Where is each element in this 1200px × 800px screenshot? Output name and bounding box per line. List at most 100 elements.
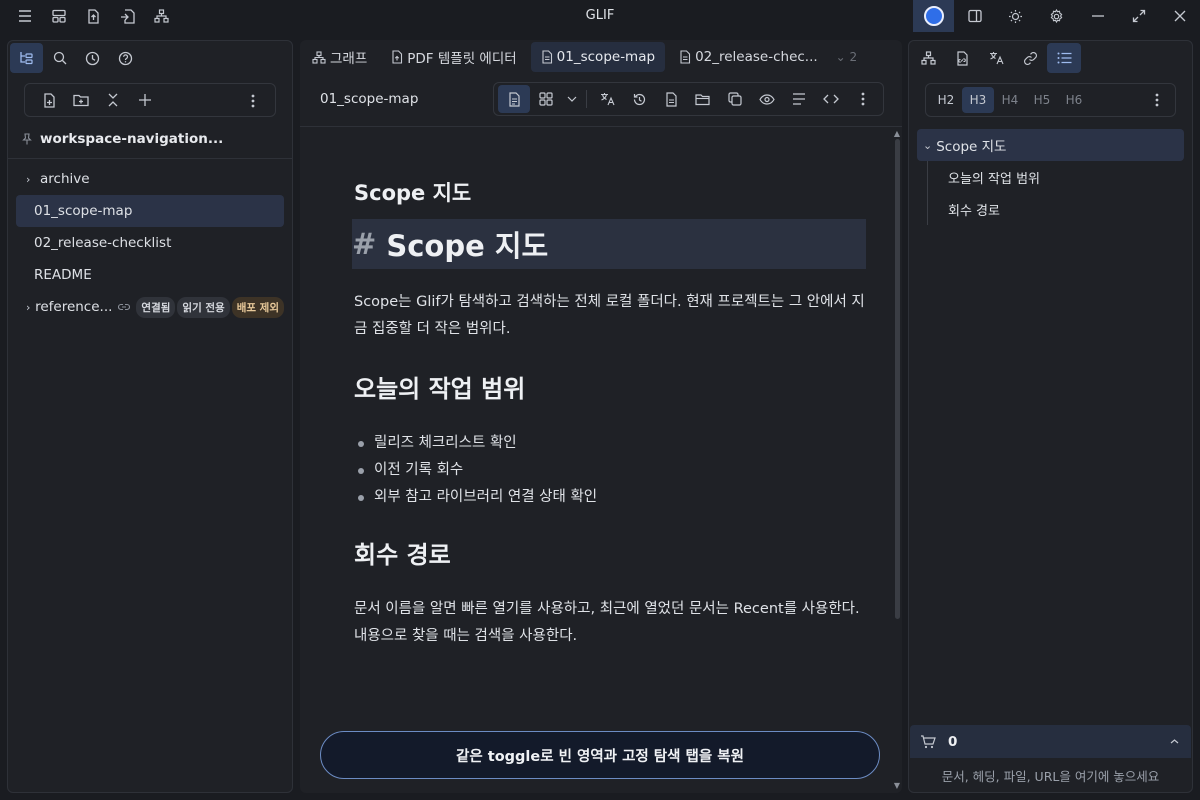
tab-overflow-button[interactable]: ⌄ 2 <box>836 50 858 64</box>
document-view-icon[interactable] <box>498 85 530 113</box>
rendered-title: Scope 지도 <box>354 181 472 205</box>
more-icon[interactable] <box>237 87 269 115</box>
scroll-up-arrow[interactable]: ▲ <box>894 129 900 138</box>
scrollbar-thumb[interactable] <box>895 139 900 619</box>
titlebar-left-tools <box>0 0 178 32</box>
drop-zone-hint[interactable]: 문서, 헤딩, 파일, URL을 여기에 놓으세요 <box>910 758 1191 792</box>
heading-marker: # <box>352 227 377 261</box>
heading-level-h3[interactable]: H3 <box>962 87 994 113</box>
translate-icon[interactable] <box>591 85 623 113</box>
workspace-title[interactable]: workspace-navigation... <box>8 119 292 159</box>
sidebar-toggle-icon[interactable] <box>954 0 995 32</box>
sitemap-icon[interactable] <box>144 0 178 32</box>
exit-file-icon[interactable] <box>110 0 144 32</box>
status-badge-linked: 연결됨 <box>136 296 176 318</box>
tab-pdf-template-editor[interactable]: PDF 템플릿 에디터 <box>381 42 526 72</box>
outline-item[interactable]: 회수 경로 <box>928 193 1184 225</box>
tab-01-scope-map[interactable]: 01_scope-map <box>530 42 666 72</box>
file-icon <box>541 50 553 64</box>
history-icon[interactable] <box>76 43 109 73</box>
theme-icon[interactable] <box>995 0 1036 32</box>
left-sidebar: workspace-navigation... › archive 01_sco… <box>7 40 293 793</box>
collection-cart-header[interactable]: 0 <box>910 725 1191 758</box>
align-text-icon[interactable] <box>783 85 815 113</box>
more-icon[interactable] <box>847 85 879 113</box>
new-file-icon[interactable] <box>33 86 65 114</box>
heading-level-h4[interactable]: H4 <box>994 87 1026 113</box>
pdf-icon <box>391 50 403 64</box>
linked-file-icon[interactable] <box>945 43 979 73</box>
add-icon[interactable] <box>129 86 161 114</box>
tab-graph[interactable]: 그래프 <box>302 42 377 72</box>
document-header: 01_scope-map <box>300 82 886 116</box>
copy-icon[interactable] <box>719 85 751 113</box>
new-folder-icon[interactable] <box>65 86 97 114</box>
help-icon[interactable] <box>109 43 142 73</box>
tree-item-label: README <box>34 267 92 283</box>
settings-icon[interactable] <box>1036 0 1077 32</box>
list-item: 외부 참고 라이브러리 연결 상태 확인 <box>358 484 866 511</box>
outline-item-root[interactable]: ⌄ Scope 지도 <box>917 129 1184 161</box>
source-heading-line[interactable]: # Scope 지도 <box>352 219 866 269</box>
chevron-right-icon: › <box>26 300 31 314</box>
maximize-icon[interactable] <box>1118 0 1159 32</box>
tree-folder-archive[interactable]: › archive <box>16 163 284 195</box>
tree-item-01-scope-map[interactable]: 01_scope-map <box>16 195 284 227</box>
file-icon <box>679 50 691 64</box>
search-icon[interactable] <box>43 43 76 73</box>
heading-level-h2[interactable]: H2 <box>930 87 962 113</box>
record-icon[interactable] <box>913 0 954 32</box>
file-tree: › archive 01_scope-map 02_release-checkl… <box>8 159 292 327</box>
sitemap-icon[interactable] <box>911 43 945 73</box>
outline-item[interactable]: 오늘의 작업 범위 <box>928 161 1184 193</box>
link-icon[interactable] <box>1013 43 1047 73</box>
restore-toggle-button[interactable]: 같은 toggle로 빈 영역과 고정 탐색 탭을 복원 <box>320 731 880 779</box>
heading-level-h6[interactable]: H6 <box>1058 87 1090 113</box>
document-info-icon[interactable] <box>655 85 687 113</box>
menu-icon[interactable] <box>8 0 42 32</box>
heading-level-filter: H2 H3 H4 H5 H6 <box>925 83 1176 117</box>
tree-item-label: reference... <box>35 299 113 315</box>
app-window: GLIF workspace-navigation... › archive 0… <box>0 0 1200 800</box>
document-content: Scope 지도 # Scope 지도 Scope는 Glif가 탐색하고 검색… <box>352 177 866 676</box>
grid-view-icon[interactable] <box>530 85 562 113</box>
outline-children: 오늘의 작업 범위 회수 경로 <box>927 161 1184 225</box>
layout-icon[interactable] <box>42 0 76 32</box>
tree-item-readme[interactable]: README <box>16 259 284 291</box>
document-outline: ⌄ Scope 지도 오늘의 작업 범위 회수 경로 <box>917 129 1184 225</box>
translate-icon[interactable] <box>979 43 1013 73</box>
tab-02-release-checklist[interactable]: 02_release-chec... <box>669 42 828 72</box>
list-item: 릴리즈 체크리스트 확인 <box>358 430 866 457</box>
workspace-title-label: workspace-navigation... <box>40 130 224 147</box>
collapse-icon[interactable] <box>97 86 129 114</box>
file-tree-toolbar <box>24 83 276 117</box>
status-badge-excluded: 배포 제외 <box>231 296 284 318</box>
close-icon[interactable] <box>1159 0 1200 32</box>
chevron-down-icon[interactable] <box>562 85 582 113</box>
recovery-paragraph: 문서 이름을 알면 빠른 열기를 사용하고, 최근에 열었던 문서는 Recen… <box>354 601 860 644</box>
pin-icon <box>22 132 32 145</box>
task-list: 릴리즈 체크리스트 확인 이전 기록 회수 외부 참고 라이브러리 연결 상태 … <box>354 430 866 511</box>
more-icon[interactable] <box>1145 87 1169 113</box>
heading-level-h5[interactable]: H5 <box>1026 87 1058 113</box>
right-sidebar: H2 H3 H4 H5 H6 ⌄ Scope 지도 오늘의 작업 범위 회수 경… <box>908 40 1193 793</box>
cart-icon <box>920 734 936 749</box>
tree-item-02-release-checklist[interactable]: 02_release-checklist <box>16 227 284 259</box>
list-item: 이전 기록 회수 <box>358 457 866 484</box>
minimize-icon[interactable] <box>1077 0 1118 32</box>
tree-folder-reference[interactable]: › reference... 연결됨 읽기 전용 배포 제외 <box>16 291 284 323</box>
file-tree-icon[interactable] <box>10 43 43 73</box>
scroll-down-arrow[interactable]: ▼ <box>894 781 900 790</box>
document-name: 01_scope-map <box>320 91 419 107</box>
preview-eye-icon[interactable] <box>751 85 783 113</box>
section-heading-recovery: 회수 경로 <box>354 541 451 569</box>
titlebar: GLIF <box>0 0 1200 32</box>
code-view-icon[interactable] <box>815 85 847 113</box>
outline-list-icon[interactable] <box>1047 43 1081 73</box>
chevron-up-icon[interactable] <box>1170 739 1179 744</box>
tab-label: 02_release-chec... <box>695 49 818 65</box>
history-icon[interactable] <box>623 85 655 113</box>
document-body[interactable]: ▲ ▼ Scope 지도 # Scope 지도 Scope는 Glif가 탐색하… <box>300 126 902 793</box>
upload-file-icon[interactable] <box>76 0 110 32</box>
open-folder-icon[interactable] <box>687 85 719 113</box>
